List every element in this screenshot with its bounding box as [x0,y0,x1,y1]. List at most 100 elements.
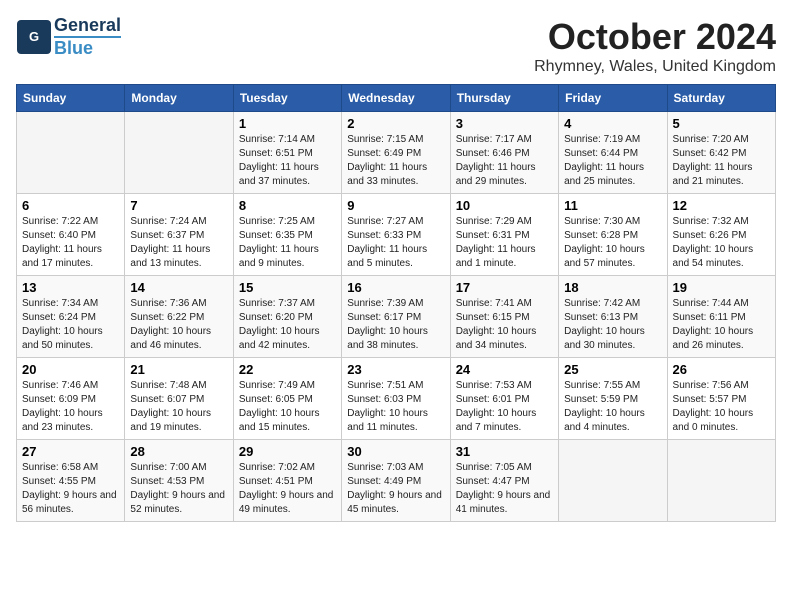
calendar-day-cell: 29Sunrise: 7:02 AM Sunset: 4:51 PM Dayli… [233,440,341,522]
logo-blue: Blue [54,36,121,59]
day-info: Sunrise: 7:30 AM Sunset: 6:28 PM Dayligh… [564,215,661,271]
day-of-week-header: Tuesday [233,85,341,112]
day-info: Sunrise: 7:14 AM Sunset: 6:51 PM Dayligh… [239,133,336,189]
day-number: 22 [239,362,336,377]
day-number: 23 [347,362,444,377]
day-of-week-header: Thursday [450,85,558,112]
day-number: 2 [347,116,444,131]
day-number: 30 [347,444,444,459]
logo: G General Blue [16,16,121,59]
day-info: Sunrise: 7:05 AM Sunset: 4:47 PM Dayligh… [456,461,553,517]
calendar-day-cell [17,112,125,194]
calendar-day-cell: 2 Sunrise: 7:15 AM Sunset: 6:49 PM Daylig… [342,112,450,194]
logo-general: General [54,16,121,36]
calendar-day-cell: 7 Sunrise: 7:24 AM Sunset: 6:37 PM Daylig… [125,194,233,276]
calendar-week-row: 13 Sunrise: 7:34 AM Sunset: 6:24 PM Dayli… [17,276,776,358]
calendar-day-cell: 25Sunrise: 7:55 AM Sunset: 5:59 PM Dayli… [559,358,667,440]
day-number: 11 [564,198,661,213]
calendar-week-row: 1 Sunrise: 7:14 AM Sunset: 6:51 PM Daylig… [17,112,776,194]
day-info: Sunrise: 7:17 AM Sunset: 6:46 PM Dayligh… [456,133,553,189]
day-of-week-header: Friday [559,85,667,112]
day-number: 15 [239,280,336,295]
day-number: 8 [239,198,336,213]
day-of-week-header: Saturday [667,85,775,112]
day-info: Sunrise: 7:44 AM Sunset: 6:11 PM Dayligh… [673,297,770,353]
calendar-day-cell: 28 Sunrise: 7:00 AM Sunset: 4:53 PM Dayli… [125,440,233,522]
day-info: Sunrise: 7:55 AM Sunset: 5:59 PM Dayligh… [564,379,661,435]
calendar-day-cell: 8Sunrise: 7:25 AM Sunset: 6:35 PM Daylig… [233,194,341,276]
calendar-week-row: 27 Sunrise: 6:58 AM Sunset: 4:55 PM Dayli… [17,440,776,522]
day-info: Sunrise: 7:29 AM Sunset: 6:31 PM Dayligh… [456,215,553,271]
day-info: Sunrise: 7:49 AM Sunset: 6:05 PM Dayligh… [239,379,336,435]
day-info: Sunrise: 7:42 AM Sunset: 6:13 PM Dayligh… [564,297,661,353]
day-number: 1 [239,116,336,131]
day-number: 14 [130,280,227,295]
calendar-day-cell: 24 Sunrise: 7:53 AM Sunset: 6:01 PM Dayli… [450,358,558,440]
day-number: 10 [456,198,553,213]
calendar-title: October 2024 [534,16,776,58]
day-info: Sunrise: 7:41 AM Sunset: 6:15 PM Dayligh… [456,297,553,353]
calendar-day-cell: 12 Sunrise: 7:32 AM Sunset: 6:26 PM Dayli… [667,194,775,276]
calendar-day-cell: 16Sunrise: 7:39 AM Sunset: 6:17 PM Dayli… [342,276,450,358]
calendar-day-cell: 23 Sunrise: 7:51 AM Sunset: 6:03 PM Dayli… [342,358,450,440]
day-info: Sunrise: 7:36 AM Sunset: 6:22 PM Dayligh… [130,297,227,353]
day-info: Sunrise: 7:20 AM Sunset: 6:42 PM Dayligh… [673,133,770,189]
svg-text:G: G [29,29,39,44]
day-info: Sunrise: 7:24 AM Sunset: 6:37 PM Dayligh… [130,215,227,271]
calendar-header-row: SundayMondayTuesdayWednesdayThursdayFrid… [17,85,776,112]
day-info: Sunrise: 7:27 AM Sunset: 6:33 PM Dayligh… [347,215,444,271]
day-info: Sunrise: 6:58 AM Sunset: 4:55 PM Dayligh… [22,461,119,517]
day-info: Sunrise: 7:51 AM Sunset: 6:03 PM Dayligh… [347,379,444,435]
day-info: Sunrise: 7:00 AM Sunset: 4:53 PM Dayligh… [130,461,227,517]
day-info: Sunrise: 7:03 AM Sunset: 4:49 PM Dayligh… [347,461,444,517]
day-info: Sunrise: 7:15 AM Sunset: 6:49 PM Dayligh… [347,133,444,189]
calendar-week-row: 6Sunrise: 7:22 AM Sunset: 6:40 PM Daylig… [17,194,776,276]
day-info: Sunrise: 7:32 AM Sunset: 6:26 PM Dayligh… [673,215,770,271]
calendar-week-row: 20Sunrise: 7:46 AM Sunset: 6:09 PM Dayli… [17,358,776,440]
day-number: 20 [22,362,119,377]
day-number: 19 [673,280,770,295]
calendar-day-cell: 3 Sunrise: 7:17 AM Sunset: 6:46 PM Daylig… [450,112,558,194]
day-info: Sunrise: 7:34 AM Sunset: 6:24 PM Dayligh… [22,297,119,353]
day-of-week-header: Monday [125,85,233,112]
day-number: 12 [673,198,770,213]
day-number: 28 [130,444,227,459]
calendar-day-cell: 14 Sunrise: 7:36 AM Sunset: 6:22 PM Dayli… [125,276,233,358]
calendar-day-cell: 18Sunrise: 7:42 AM Sunset: 6:13 PM Dayli… [559,276,667,358]
day-number: 13 [22,280,119,295]
calendar-day-cell: 17 Sunrise: 7:41 AM Sunset: 6:15 PM Dayli… [450,276,558,358]
calendar-day-cell: 20Sunrise: 7:46 AM Sunset: 6:09 PM Dayli… [17,358,125,440]
calendar-day-cell: 15 Sunrise: 7:37 AM Sunset: 6:20 PM Dayli… [233,276,341,358]
day-number: 3 [456,116,553,131]
day-of-week-header: Wednesday [342,85,450,112]
calendar-day-cell: 6Sunrise: 7:22 AM Sunset: 6:40 PM Daylig… [17,194,125,276]
calendar-day-cell: 11 Sunrise: 7:30 AM Sunset: 6:28 PM Dayli… [559,194,667,276]
calendar-day-cell: 27 Sunrise: 6:58 AM Sunset: 4:55 PM Dayli… [17,440,125,522]
day-info: Sunrise: 7:53 AM Sunset: 6:01 PM Dayligh… [456,379,553,435]
day-number: 24 [456,362,553,377]
day-number: 9 [347,198,444,213]
day-number: 17 [456,280,553,295]
day-of-week-header: Sunday [17,85,125,112]
day-number: 4 [564,116,661,131]
day-info: Sunrise: 7:02 AM Sunset: 4:51 PM Dayligh… [239,461,336,517]
day-info: Sunrise: 7:56 AM Sunset: 5:57 PM Dayligh… [673,379,770,435]
day-number: 16 [347,280,444,295]
calendar-day-cell [125,112,233,194]
calendar-day-cell: 30 Sunrise: 7:03 AM Sunset: 4:49 PM Dayli… [342,440,450,522]
calendar-day-cell: 21Sunrise: 7:48 AM Sunset: 6:07 PM Dayli… [125,358,233,440]
calendar-subtitle: Rhymney, Wales, United Kingdom [534,58,776,76]
day-number: 26 [673,362,770,377]
day-info: Sunrise: 7:37 AM Sunset: 6:20 PM Dayligh… [239,297,336,353]
calendar-table: SundayMondayTuesdayWednesdayThursdayFrid… [16,84,776,522]
calendar-day-cell: 31 Sunrise: 7:05 AM Sunset: 4:47 PM Dayli… [450,440,558,522]
day-info: Sunrise: 7:48 AM Sunset: 6:07 PM Dayligh… [130,379,227,435]
day-number: 7 [130,198,227,213]
calendar-day-cell: 4Sunrise: 7:19 AM Sunset: 6:44 PM Daylig… [559,112,667,194]
day-number: 27 [22,444,119,459]
day-number: 31 [456,444,553,459]
calendar-day-cell: 10 Sunrise: 7:29 AM Sunset: 6:31 PM Dayli… [450,194,558,276]
calendar-day-cell [667,440,775,522]
day-number: 5 [673,116,770,131]
calendar-day-cell: 22 Sunrise: 7:49 AM Sunset: 6:05 PM Dayli… [233,358,341,440]
